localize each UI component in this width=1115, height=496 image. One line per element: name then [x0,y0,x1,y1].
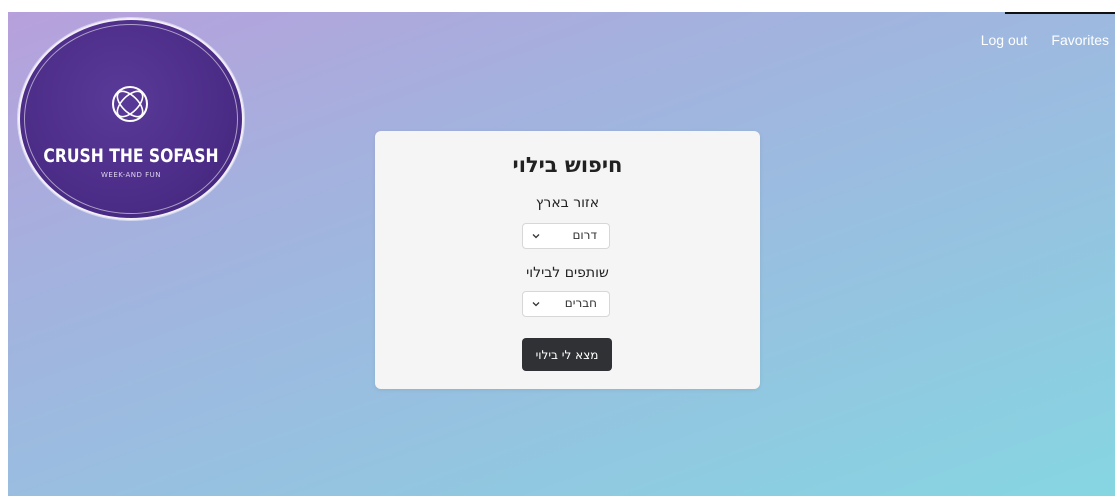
logo-title: CRUSH THE SOFASH [43,145,219,167]
region-select-value: דרום [572,228,597,242]
region-select[interactable]: דרום [522,223,610,249]
chevron-down-icon [532,234,540,239]
search-card: חיפוש בילוי אזור בארץ דרום שותפים לבילוי… [375,131,760,389]
companions-select[interactable]: חברים [522,291,610,317]
top-nav: Log out Favorites [981,32,1109,48]
companions-select-value: חברים [564,296,597,310]
companions-label: שותפים לבילוי [526,265,609,281]
logo-subtitle: WEEK-AND FUN [100,171,162,179]
interlocking-rings-icon [112,86,148,122]
app-background: CRUSH THE SOFASH WEEK-AND FUN Log out Fa… [8,12,1115,496]
top-right-divider [1005,12,1115,14]
favorites-link[interactable]: Favorites [1051,32,1109,48]
chevron-down-icon [532,302,540,307]
brand-logo[interactable]: CRUSH THE SOFASH WEEK-AND FUN [18,18,244,220]
search-card-title: חיפוש בילוי [512,153,623,177]
find-activity-button[interactable]: מצא לי בילוי [522,338,612,371]
region-label: אזור בארץ [535,195,600,211]
logout-link[interactable]: Log out [981,32,1028,48]
